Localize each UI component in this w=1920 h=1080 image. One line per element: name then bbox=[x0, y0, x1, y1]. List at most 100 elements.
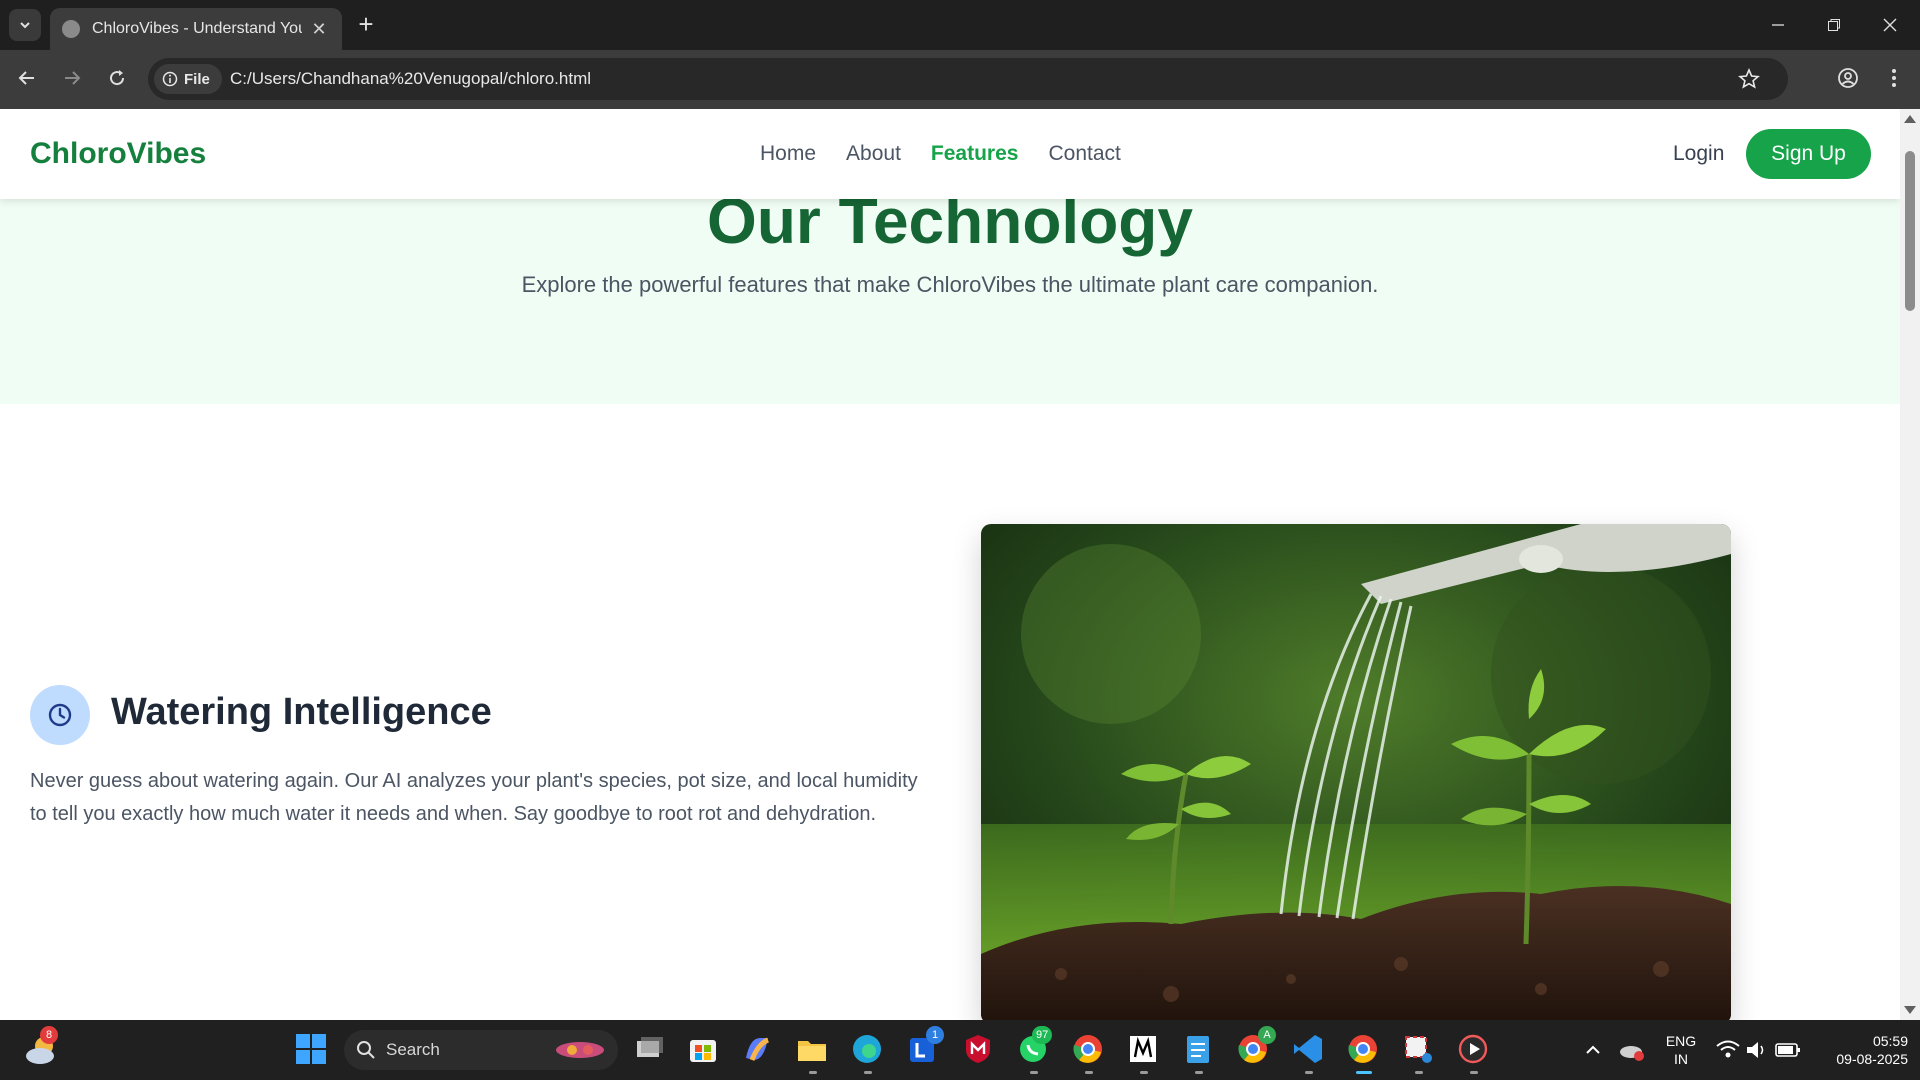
wifi-icon bbox=[1716, 1040, 1740, 1058]
close-tab-icon[interactable]: ✕ bbox=[308, 19, 330, 40]
watering-can-seedlings-image bbox=[981, 524, 1731, 1020]
profile-icon bbox=[1838, 68, 1858, 88]
search-highlight-icon bbox=[556, 1042, 604, 1058]
feature-title: Watering Intelligence bbox=[111, 691, 492, 733]
language-indicator[interactable]: ENG IN bbox=[1660, 1032, 1702, 1068]
battery-tray[interactable] bbox=[1774, 1036, 1802, 1064]
new-tab-button[interactable]: + bbox=[352, 10, 380, 38]
scroll-thumb[interactable] bbox=[1905, 151, 1915, 311]
windows-taskbar: 8 Search 1 97 A ENG IN 05:59 09-08-2025 bbox=[0, 1020, 1920, 1080]
close-window-button[interactable] bbox=[1862, 0, 1918, 50]
explorer-running-indicator bbox=[809, 1071, 817, 1074]
brand-logo[interactable]: ChloroVibes bbox=[30, 137, 206, 171]
show-hidden-icons-button[interactable] bbox=[1582, 1034, 1604, 1064]
nav-link-contact[interactable]: Contact bbox=[1048, 142, 1120, 166]
forward-button[interactable] bbox=[56, 62, 88, 94]
file-explorer-app[interactable] bbox=[795, 1032, 831, 1068]
notepad-app[interactable] bbox=[1181, 1032, 1217, 1068]
clock-icon bbox=[48, 703, 72, 727]
vscode-running-indicator bbox=[1305, 1071, 1313, 1074]
whatsapp-app[interactable]: 97 bbox=[1016, 1026, 1053, 1068]
chrome-profile-running-indicator bbox=[1085, 1071, 1093, 1074]
scroll-down-arrow-icon[interactable] bbox=[1904, 1006, 1916, 1014]
language-code: ENG bbox=[1665, 1033, 1697, 1049]
store-icon bbox=[690, 1040, 716, 1062]
clock-date: 09-08-2025 bbox=[1836, 1051, 1908, 1067]
restore-button[interactable] bbox=[1806, 0, 1862, 50]
more-vertical-icon bbox=[1892, 69, 1896, 87]
edge-app[interactable] bbox=[850, 1032, 886, 1068]
speaker-icon bbox=[1747, 1042, 1764, 1058]
browser-menu-button[interactable] bbox=[1878, 62, 1910, 94]
whatsapp-running-indicator bbox=[1030, 1071, 1038, 1074]
reload-button[interactable] bbox=[101, 62, 133, 94]
notion-running-indicator bbox=[1140, 1071, 1148, 1074]
store-app[interactable] bbox=[686, 1032, 722, 1068]
back-button[interactable] bbox=[11, 62, 43, 94]
close-icon bbox=[1883, 18, 1897, 32]
snipping-tool-app[interactable] bbox=[1401, 1032, 1437, 1068]
info-icon bbox=[162, 71, 178, 87]
chrome-profile-badge: A bbox=[1258, 1026, 1276, 1044]
task-view-icon bbox=[637, 1037, 663, 1057]
minimize-icon bbox=[1772, 24, 1784, 26]
mcafee-shield-icon bbox=[966, 1035, 990, 1063]
site-navbar: ChloroVibes Home About Features Contact … bbox=[0, 109, 1900, 199]
tab-search-button[interactable] bbox=[9, 9, 41, 41]
outlook-badge: 1 bbox=[926, 1026, 944, 1044]
edge-running-indicator bbox=[864, 1071, 872, 1074]
start-button[interactable] bbox=[294, 1032, 330, 1068]
search-label: Search bbox=[386, 1040, 440, 1059]
browser-tab-strip: ChloroVibes - Understand Your ✕ + bbox=[0, 0, 1920, 50]
address-bar[interactable]: File C:/Users/Chandhana%20Venugopal/chlo… bbox=[148, 58, 1788, 100]
folder-icon bbox=[798, 1041, 826, 1061]
signup-button[interactable]: Sign Up bbox=[1746, 129, 1871, 179]
hero-subtitle: Explore the powerful features that make … bbox=[521, 272, 1379, 297]
chrome-icon bbox=[1348, 1035, 1377, 1063]
browser-toolbar: File C:/Users/Chandhana%20Venugopal/chlo… bbox=[0, 50, 1920, 109]
notion-app[interactable] bbox=[1126, 1032, 1162, 1068]
search-icon bbox=[357, 1041, 375, 1059]
cloud-error-icon bbox=[1620, 1046, 1644, 1061]
login-link[interactable]: Login bbox=[1673, 142, 1724, 166]
arrow-right-icon bbox=[65, 71, 81, 85]
chrome-active-app[interactable] bbox=[1346, 1032, 1382, 1068]
profile-button[interactable] bbox=[1832, 62, 1864, 94]
chevron-up-icon bbox=[1586, 1045, 1600, 1054]
mcafee-app[interactable] bbox=[961, 1032, 997, 1068]
chevron-down-icon bbox=[20, 22, 30, 29]
volume-tray[interactable] bbox=[1744, 1036, 1768, 1064]
media-player-app[interactable] bbox=[1456, 1032, 1492, 1068]
browser-tab[interactable]: ChloroVibes - Understand Your ✕ bbox=[50, 8, 342, 50]
restore-icon bbox=[1828, 19, 1840, 31]
page-viewport: Our Technology Explore the powerful feat… bbox=[0, 109, 1900, 1020]
page-scrollbar[interactable] bbox=[1900, 109, 1920, 1020]
nav-link-home[interactable]: Home bbox=[760, 142, 816, 166]
vscode-icon bbox=[1294, 1035, 1322, 1063]
arrow-left-icon bbox=[18, 71, 34, 85]
nav-link-about[interactable]: About bbox=[846, 142, 901, 166]
taskbar-search[interactable]: Search bbox=[344, 1030, 618, 1070]
clock[interactable]: 05:59 09-08-2025 bbox=[1808, 1032, 1908, 1068]
chrome-profile-app[interactable] bbox=[1071, 1032, 1107, 1068]
feature-icon-badge bbox=[30, 685, 90, 745]
weather-widget[interactable]: 8 bbox=[22, 1026, 62, 1070]
task-view-app[interactable] bbox=[632, 1032, 668, 1068]
onedrive-tray[interactable] bbox=[1618, 1036, 1646, 1064]
reload-icon bbox=[110, 70, 125, 86]
chrome-second-profile-app[interactable]: A bbox=[1236, 1026, 1276, 1068]
site-info-chip[interactable]: File bbox=[154, 64, 222, 94]
outlook-app[interactable]: 1 bbox=[906, 1026, 944, 1068]
scroll-up-arrow-icon[interactable] bbox=[1904, 115, 1916, 123]
copilot-app[interactable] bbox=[740, 1032, 776, 1068]
network-tray[interactable] bbox=[1714, 1036, 1742, 1064]
bookmark-star-icon[interactable] bbox=[1738, 68, 1760, 90]
whatsapp-badge: 97 bbox=[1032, 1026, 1053, 1044]
url-text[interactable]: C:/Users/Chandhana%20Venugopal/chloro.ht… bbox=[230, 69, 591, 89]
chrome-active-indicator bbox=[1356, 1071, 1372, 1074]
globe-icon bbox=[62, 20, 80, 38]
nav-link-features[interactable]: Features bbox=[931, 142, 1019, 166]
file-label: File bbox=[184, 70, 210, 88]
vscode-app[interactable] bbox=[1291, 1032, 1327, 1068]
minimize-button[interactable] bbox=[1750, 0, 1806, 50]
